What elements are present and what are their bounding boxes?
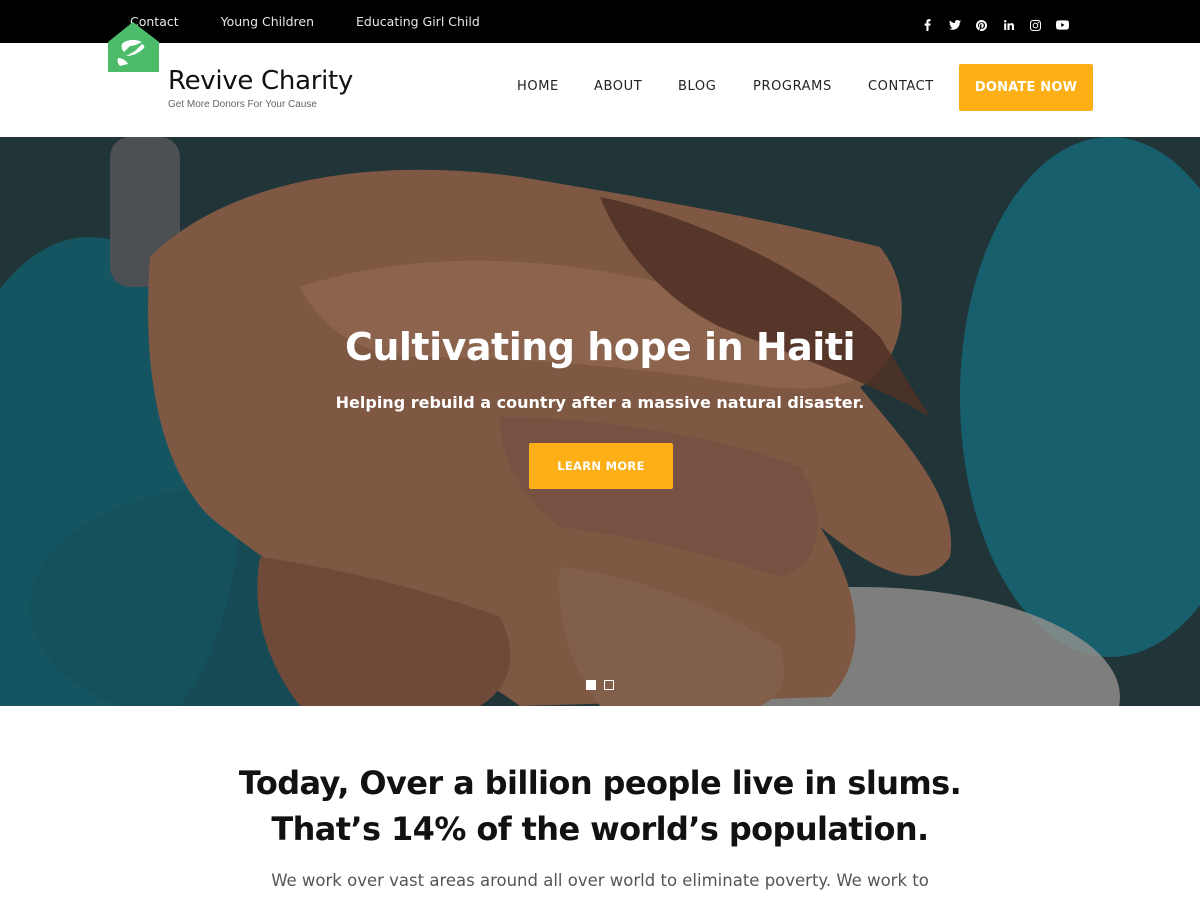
linkedin-icon[interactable] — [995, 20, 1022, 30]
nav-programs[interactable]: PROGRAMS — [753, 79, 832, 94]
donate-now-button[interactable]: DONATE NOW — [959, 64, 1093, 111]
nav-blog[interactable]: BLOG — [678, 79, 716, 94]
brand-title[interactable]: Revive Charity — [168, 66, 353, 96]
hero-slider: Cultivating hope in Haiti Helping rebuil… — [0, 137, 1200, 706]
hero-subtitle: Helping rebuild a country after a massiv… — [335, 393, 865, 412]
twitter-icon[interactable] — [941, 20, 968, 30]
top-link-young-children[interactable]: Young Children — [221, 14, 314, 29]
logo-hands-icon[interactable] — [108, 22, 159, 72]
learn-more-button[interactable]: LEARN MORE — [529, 443, 673, 489]
intro-heading: Today, Over a billion people live in slu… — [0, 760, 1200, 852]
hero-overlay — [0, 137, 1200, 706]
nav-about[interactable]: ABOUT — [594, 79, 642, 94]
nav-home[interactable]: HOME — [517, 79, 559, 94]
brand-tagline: Get More Donors For Your Cause — [168, 99, 317, 110]
youtube-icon[interactable] — [1049, 20, 1076, 30]
social-links — [914, 0, 1076, 50]
instagram-icon[interactable] — [1022, 19, 1049, 31]
slider-dot-1[interactable] — [586, 680, 596, 690]
intro-heading-line-1: Today, Over a billion people live in slu… — [238, 764, 962, 802]
intro-heading-line-2: That’s 14% of the world’s population. — [271, 810, 929, 848]
slider-dots — [586, 680, 614, 690]
slider-dot-2[interactable] — [604, 680, 614, 690]
pinterest-icon[interactable] — [968, 19, 995, 31]
intro-paragraph: We work over vast areas around all over … — [271, 871, 929, 890]
nav-contact[interactable]: CONTACT — [868, 79, 934, 94]
top-links: Contact Young Children Educating Girl Ch… — [130, 0, 522, 43]
hero-title: Cultivating hope in Haiti — [344, 325, 856, 369]
top-bar: Contact Young Children Educating Girl Ch… — [0, 0, 1200, 43]
top-link-educating-girl-child[interactable]: Educating Girl Child — [356, 14, 480, 29]
facebook-icon[interactable] — [914, 19, 941, 31]
